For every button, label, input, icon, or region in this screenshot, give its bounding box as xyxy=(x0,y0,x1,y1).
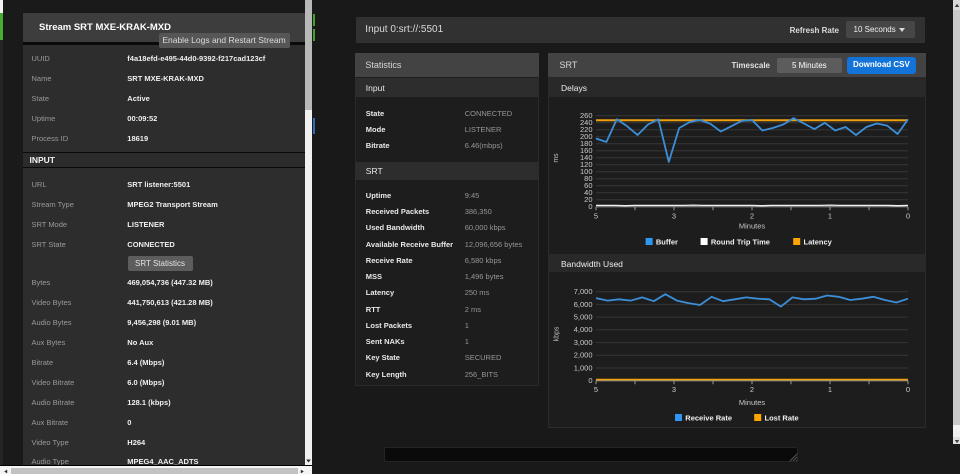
svg-text:1,000: 1,000 xyxy=(574,363,593,372)
svg-text:3: 3 xyxy=(672,385,676,394)
svg-text:Latency: Latency xyxy=(804,237,833,246)
svg-text:ms: ms xyxy=(553,153,560,163)
svg-text:Round Trip Time: Round Trip Time xyxy=(711,237,770,246)
svg-text:1: 1 xyxy=(828,212,832,221)
svg-text:0: 0 xyxy=(588,376,592,385)
svg-text:Lost Rate: Lost Rate xyxy=(765,413,799,422)
svg-text:3,000: 3,000 xyxy=(574,338,593,347)
svg-text:4,000: 4,000 xyxy=(574,325,593,334)
svg-text:5: 5 xyxy=(594,385,598,394)
svg-text:0: 0 xyxy=(906,385,910,394)
svg-text:kbps: kbps xyxy=(554,326,561,341)
svg-text:0: 0 xyxy=(906,212,910,221)
svg-text:Receive Rate: Receive Rate xyxy=(685,413,732,422)
svg-text:2: 2 xyxy=(750,385,754,394)
svg-text:7,000: 7,000 xyxy=(574,287,593,296)
svg-text:Minutes: Minutes xyxy=(739,222,766,231)
svg-text:5: 5 xyxy=(594,212,598,221)
svg-text:5,000: 5,000 xyxy=(574,313,593,322)
svg-text:Buffer: Buffer xyxy=(656,237,678,246)
svg-text:Minutes: Minutes xyxy=(739,398,766,407)
svg-text:0: 0 xyxy=(588,202,592,211)
svg-text:3: 3 xyxy=(672,212,676,221)
svg-text:6,000: 6,000 xyxy=(574,300,593,309)
svg-text:2: 2 xyxy=(750,212,754,221)
svg-text:1: 1 xyxy=(828,385,832,394)
svg-text:2,000: 2,000 xyxy=(574,351,593,360)
